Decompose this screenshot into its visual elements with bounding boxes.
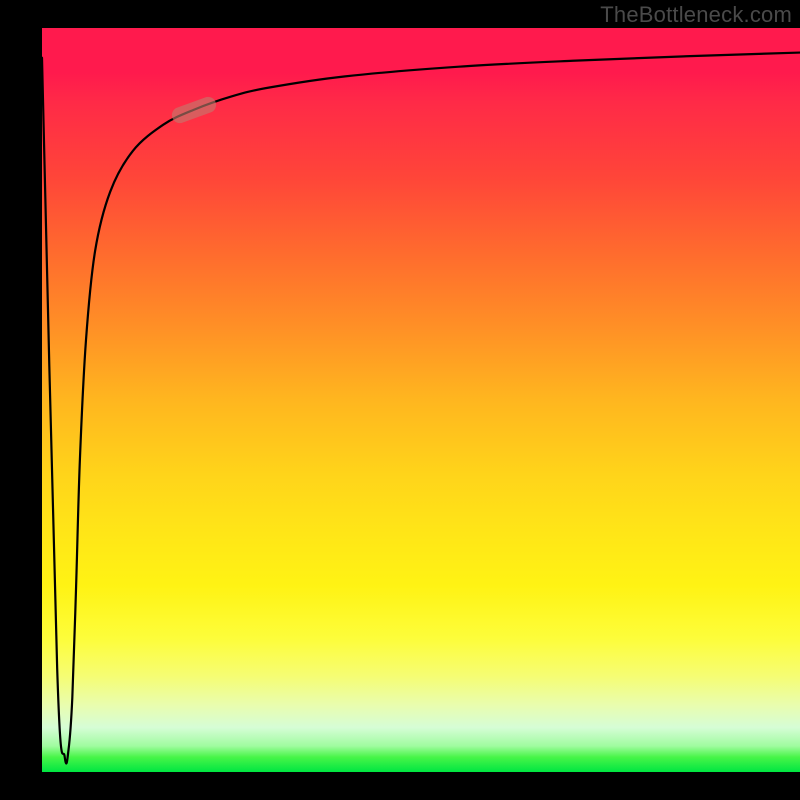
watermark-text: TheBottleneck.com [600,2,792,28]
chart-curve [42,28,800,772]
chart-highlight-marker [169,94,218,125]
chart-plot-area [42,28,800,772]
